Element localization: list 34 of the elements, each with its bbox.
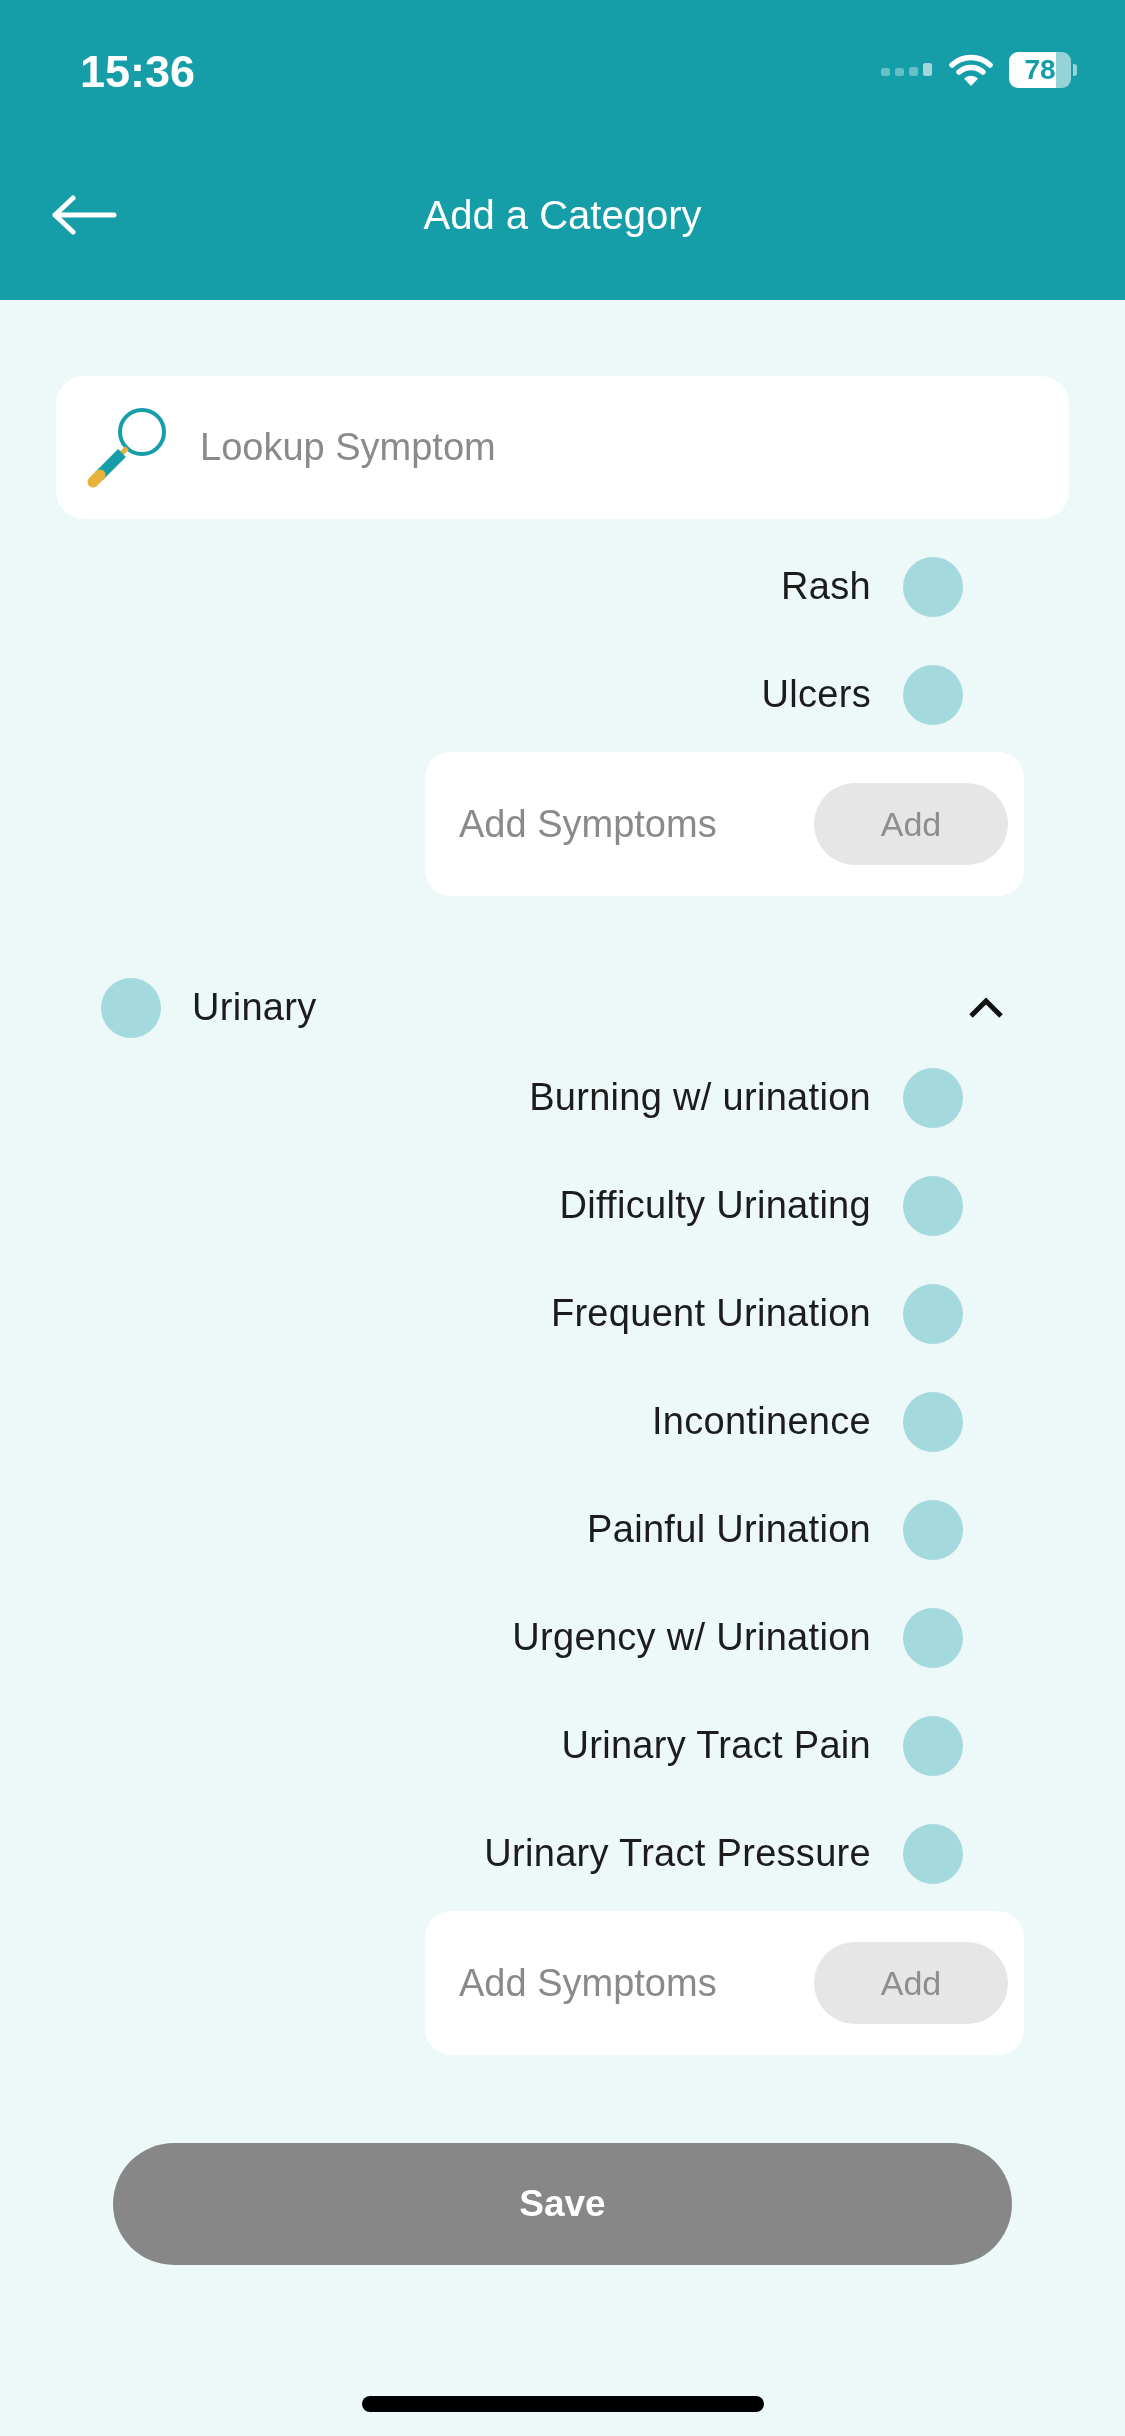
back-button[interactable] <box>50 195 118 235</box>
radio-button[interactable] <box>903 1068 963 1128</box>
radio-button[interactable] <box>101 978 161 1038</box>
radio-button[interactable] <box>903 1500 963 1560</box>
radio-button[interactable] <box>903 1716 963 1776</box>
symptom-label: Burning w/ urination <box>529 1075 871 1121</box>
search-icon <box>86 406 168 489</box>
symptom-label: Ulcers <box>761 672 871 718</box>
symptom-label: Rash <box>781 564 871 610</box>
chevron-up-icon <box>968 997 1004 1019</box>
radio-button[interactable] <box>903 1608 963 1668</box>
symptom-label: Painful Urination <box>587 1507 871 1553</box>
radio-button[interactable] <box>903 557 963 617</box>
status-time: 15:36 <box>80 46 196 94</box>
wifi-icon <box>949 53 993 87</box>
symptom-label: Urgency w/ Urination <box>512 1615 871 1661</box>
symptom-label: Urinary Tract Pain <box>561 1723 871 1769</box>
radio-button[interactable] <box>903 1824 963 1884</box>
symptom-label: Difficulty Urinating <box>559 1183 871 1229</box>
radio-button[interactable] <box>903 665 963 725</box>
battery-level: 78 <box>1009 52 1077 88</box>
symptom-label: Frequent Urination <box>550 1291 871 1337</box>
symptom-label: Urinary Tract Pressure <box>484 1831 871 1877</box>
symptom-label: Incontinence <box>651 1399 871 1445</box>
collapse-button[interactable] <box>968 997 1004 1019</box>
radio-button[interactable] <box>903 1176 963 1236</box>
search-field[interactable]: Lookup Symptom <box>56 376 1069 519</box>
back-arrow-icon <box>50 195 118 235</box>
signal-icon <box>881 63 933 77</box>
radio-button[interactable] <box>903 1392 963 1452</box>
home-indicator[interactable] <box>361 2396 764 2412</box>
category-label: Urinary <box>192 985 317 1031</box>
screen-title: Add a Category <box>423 192 702 239</box>
radio-button[interactable] <box>903 1284 963 1344</box>
